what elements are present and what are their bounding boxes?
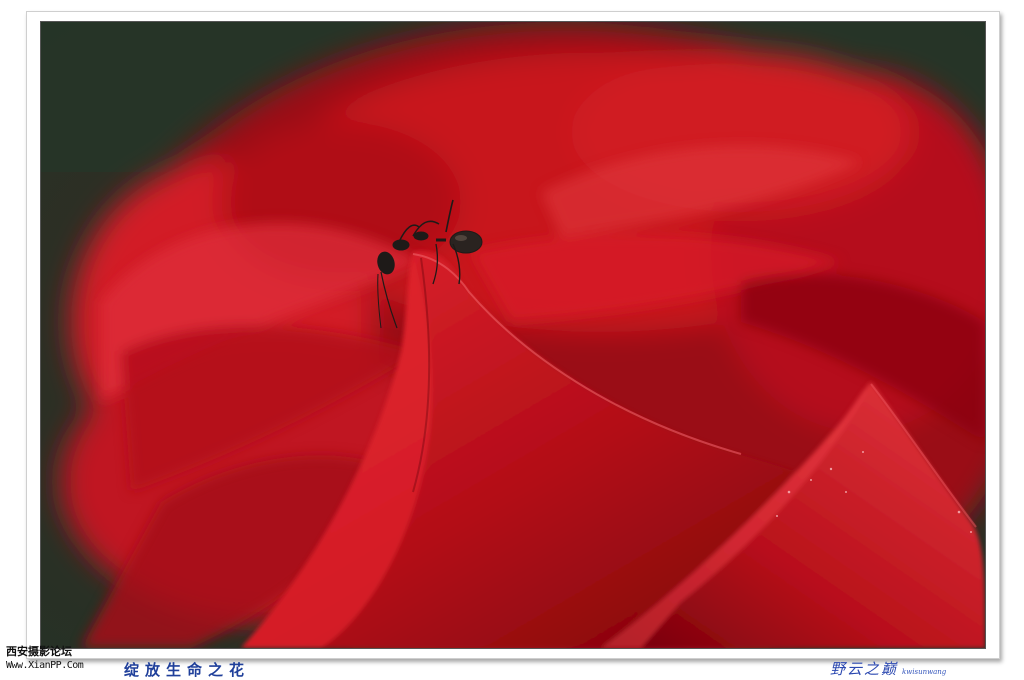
site-watermark: 西安摄影论坛 Www.XianPP.Com xyxy=(6,645,98,673)
photographer-signature: 野云之巅 kwisunwang xyxy=(830,658,946,679)
photo xyxy=(40,21,986,649)
site-name: 西安摄影论坛 xyxy=(6,645,72,658)
site-url: Www.XianPP.Com xyxy=(6,660,84,671)
signature-name: 野云之巅 xyxy=(830,660,899,678)
photo-caption: 绽放生命之花 xyxy=(124,661,251,679)
signature-tag: kwisunwang xyxy=(902,668,947,676)
rose-image xyxy=(41,22,985,648)
